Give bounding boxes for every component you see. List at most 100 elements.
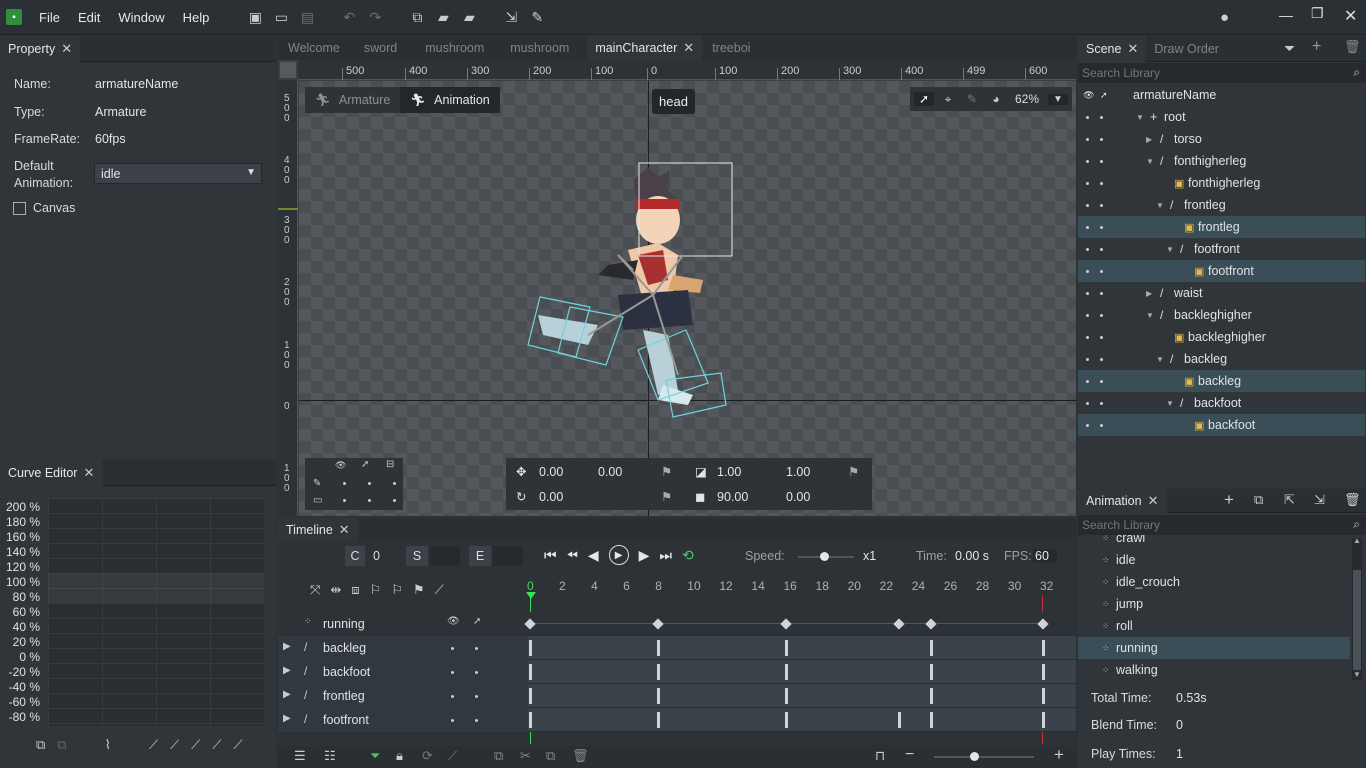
- character-sprite[interactable]: [518, 155, 738, 425]
- keyframe[interactable]: [529, 640, 532, 656]
- keyframe[interactable]: [929, 712, 933, 728]
- animation-search-input[interactable]: [1078, 515, 1338, 535]
- scroll-up-icon[interactable]: ▲: [1353, 536, 1361, 545]
- scene-tree-item[interactable]: ▣ backleg: [1078, 370, 1365, 392]
- visibility-dot[interactable]: [1086, 115, 1089, 119]
- keyframe[interactable]: [657, 688, 661, 704]
- close-window-icon[interactable]: ✕: [1344, 6, 1360, 25]
- timeline-track[interactable]: ⁘ running 👁︎ ➚: [278, 612, 1076, 636]
- visibility-dot[interactable]: [1086, 225, 1089, 229]
- prev-key-icon[interactable]: ⏪︎: [567, 547, 578, 564]
- visibility-icon[interactable]: 👁︎: [1083, 90, 1094, 101]
- lock-dot[interactable]: [1100, 247, 1103, 251]
- expand-arrow-icon[interactable]: ▼: [1146, 157, 1154, 166]
- visibility-dot[interactable]: [1086, 247, 1089, 251]
- create-bone-icon[interactable]: ✎: [962, 92, 982, 106]
- keyframe[interactable]: [529, 664, 532, 680]
- visibility-dot[interactable]: [1086, 137, 1089, 141]
- event-flag-icon[interactable]: ⚑: [413, 582, 425, 598]
- expand-track-icon[interactable]: ▶: [283, 689, 291, 700]
- scene-tree-item[interactable]: ▼ / footfront: [1078, 238, 1365, 260]
- search-icon[interactable]: ⌕: [1353, 517, 1360, 532]
- keyframe[interactable]: [925, 618, 937, 630]
- animation-scrollbar[interactable]: ▲ ▼: [1352, 536, 1362, 680]
- playhead-top-icon[interactable]: [526, 592, 536, 599]
- lock-dot[interactable]: [1100, 313, 1103, 317]
- visibility-icon[interactable]: 👁︎: [447, 616, 460, 627]
- add-animation-icon[interactable]: +: [1224, 490, 1234, 510]
- track-keys-area[interactable]: [528, 660, 1076, 684]
- tab-property[interactable]: Property ✕: [0, 35, 81, 62]
- keyframe[interactable]: [1037, 618, 1049, 630]
- visibility-icon[interactable]: 👁︎: [335, 460, 346, 471]
- expand-track-icon[interactable]: ▶: [283, 665, 291, 676]
- zoom-fit-icon[interactable]: ⊓: [875, 748, 885, 764]
- search-icon[interactable]: ⌕: [1353, 65, 1360, 80]
- visibility-dot[interactable]: [1086, 269, 1089, 273]
- bone-tool-icon[interactable]: ⌖: [938, 92, 958, 107]
- play-icon[interactable]: ▶: [608, 545, 629, 565]
- copy-icon[interactable]: ⧉: [494, 748, 503, 764]
- keyframe[interactable]: [929, 664, 933, 680]
- end-frame-input[interactable]: [493, 546, 523, 566]
- curve-step-icon[interactable]: ⟋: [233, 737, 242, 753]
- lock-dot[interactable]: [1100, 225, 1103, 229]
- timeline-track[interactable]: ▶ / backfoot: [278, 660, 1076, 684]
- lock-dot[interactable]: [1100, 357, 1103, 361]
- import-icon[interactable]: ⧉: [404, 0, 430, 35]
- keyframe[interactable]: [529, 688, 532, 704]
- tween-icon[interactable]: ⟋: [448, 748, 457, 764]
- lock-dot[interactable]: [475, 671, 478, 674]
- sync-icon[interactable]: ⟳: [422, 748, 433, 764]
- save-icon[interactable]: ▤: [294, 0, 320, 35]
- expand-arrow-icon[interactable]: ▼: [1156, 201, 1164, 210]
- layer-icon[interactable]: ⊟: [386, 459, 394, 470]
- keyframe[interactable]: [897, 712, 901, 728]
- scene-tree-item[interactable]: ▣ backfoot: [1078, 414, 1365, 436]
- expand-track-icon[interactable]: ▶: [283, 713, 291, 724]
- tab-draw-order[interactable]: Draw Order: [1146, 36, 1227, 62]
- undo-icon[interactable]: ↶: [336, 0, 362, 35]
- keyframe[interactable]: [652, 618, 664, 630]
- position-key-flag-icon[interactable]: ⚑: [661, 464, 672, 479]
- zoom-slider-handle[interactable]: [970, 752, 979, 761]
- minimize-icon[interactable]: —: [1279, 7, 1295, 23]
- start-frame-input[interactable]: [430, 546, 460, 566]
- keyframe[interactable]: [524, 618, 536, 630]
- keyframe[interactable]: [785, 688, 789, 704]
- scroll-thumb[interactable]: [1353, 570, 1361, 670]
- visibility-dot[interactable]: [1086, 291, 1089, 295]
- user-icon[interactable]: ●: [1220, 9, 1238, 26]
- visibility-dot[interactable]: [1086, 335, 1089, 339]
- position-y-input[interactable]: 0.00: [598, 465, 622, 479]
- close-icon[interactable]: ✕: [683, 40, 694, 56]
- name-value[interactable]: armatureName: [95, 77, 178, 91]
- scene-tree-item[interactable]: ▣ frontleg: [1078, 216, 1365, 238]
- export-icon[interactable]: ⇲: [498, 0, 524, 35]
- animation-list-item[interactable]: ⁘ crawl: [1078, 535, 1350, 549]
- framerate-value[interactable]: 60fps: [95, 132, 126, 146]
- open-folder-icon[interactable]: ▭: [268, 0, 294, 35]
- keyframe[interactable]: [893, 618, 905, 630]
- expand-arrow-icon[interactable]: ▼: [1166, 245, 1174, 254]
- visibility-dot[interactable]: [451, 719, 454, 722]
- menu-edit[interactable]: Edit: [69, 0, 109, 35]
- skew-input[interactable]: 90.00: [717, 490, 748, 504]
- scale-y-input[interactable]: 1.00: [786, 465, 810, 479]
- animation-list-item[interactable]: ⁘ roll: [1078, 615, 1350, 637]
- delete-key-icon[interactable]: 🗑︎: [572, 748, 589, 764]
- tab-timeline[interactable]: Timeline ✕: [278, 518, 358, 542]
- play-times-value[interactable]: 1: [1176, 747, 1183, 761]
- curve-grid[interactable]: [48, 498, 264, 726]
- lock-icon[interactable]: 🔒︎: [396, 748, 403, 764]
- expand-arrow-icon[interactable]: ▼: [1156, 355, 1164, 364]
- select-icon[interactable]: ➚: [473, 616, 481, 627]
- tab-scene[interactable]: Scene ✕: [1078, 35, 1147, 62]
- tab-maincharacter[interactable]: mainCharacter ✕: [587, 35, 703, 61]
- scene-search-input[interactable]: [1078, 63, 1338, 83]
- zoom-dropdown-icon[interactable]: ▼: [1048, 93, 1068, 105]
- curve-linear-icon[interactable]: ⟋: [149, 737, 158, 753]
- close-icon[interactable]: ✕: [83, 465, 94, 481]
- visibility-dot[interactable]: [1086, 203, 1089, 207]
- export-folder-icon[interactable]: ▰: [456, 0, 482, 35]
